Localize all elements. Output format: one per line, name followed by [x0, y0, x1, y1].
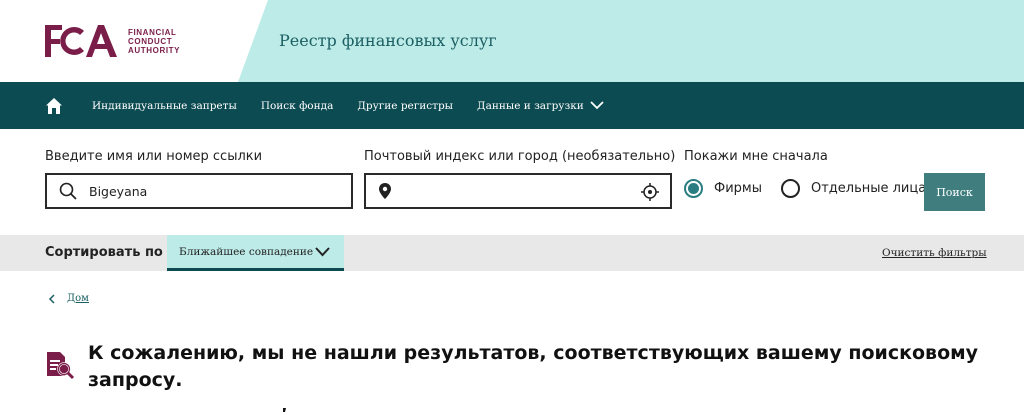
- site-header: FINANCIAL CONDUCT AUTHORITY Реестр финан…: [0, 0, 1024, 82]
- individuals-radio-label[interactable]: Отдельные лица: [811, 181, 926, 196]
- breadcrumb: Дом: [48, 293, 89, 304]
- cut-off-text-fragment: [280, 404, 290, 415]
- name-field-label: Введите имя или номер ссылки: [45, 149, 263, 164]
- clear-filters-link[interactable]: Очистить фильтры: [882, 247, 987, 259]
- logo-line-2: CONDUCT: [128, 36, 173, 46]
- location-field-label: Почтовый индекс или город (необязательно…: [364, 149, 676, 164]
- sort-bar: Сортировать по Ближайшее совпадение Очис…: [0, 235, 1024, 271]
- search-panel: Введите имя или номер ссылки Почтовый ин…: [0, 129, 1024, 235]
- nav-individual-bans[interactable]: Индивидуальные запреты: [92, 100, 237, 112]
- registry-title[interactable]: Реестр финансовых услуг: [279, 31, 497, 50]
- chevron-down-icon: [590, 101, 604, 110]
- logo-line-3: AUTHORITY: [128, 45, 181, 55]
- name-search-input[interactable]: Bigeyana: [45, 173, 353, 209]
- nav-data-downloads-label: Данные и загрузки: [477, 99, 584, 112]
- chevron-left-icon: [48, 293, 55, 304]
- document-search-icon: [45, 350, 75, 384]
- fca-logo[interactable]: FINANCIAL CONDUCT AUTHORITY: [44, 22, 180, 60]
- chevron-down-icon: [315, 247, 330, 257]
- firms-radio-label[interactable]: Фирмы: [714, 181, 762, 196]
- logo-line-1: FINANCIAL: [128, 27, 177, 37]
- logo-wordmark: FINANCIAL CONDUCT AUTHORITY: [128, 28, 180, 55]
- sort-selected-value: Ближайшее совпадение: [179, 245, 314, 258]
- nav-fund-search[interactable]: Поиск фонда: [261, 100, 334, 112]
- locate-me-icon[interactable]: [641, 183, 659, 205]
- fca-logo-mark: [44, 22, 120, 60]
- no-results-heading: К сожалению, мы не нашли результатов, со…: [88, 342, 979, 391]
- name-search-value: Bigeyana: [89, 183, 148, 199]
- search-button[interactable]: Поиск: [924, 173, 985, 211]
- location-input[interactable]: [364, 173, 672, 209]
- show-first-radio-group: Фирмы Отдельные лица: [684, 179, 926, 198]
- show-first-label: Покажи мне сначала: [684, 149, 828, 164]
- nav-data-downloads[interactable]: Данные и загрузки: [477, 100, 604, 112]
- sort-label: Сортировать по: [45, 245, 163, 260]
- main-nav: Индивидуальные запреты Поиск фонда Други…: [0, 82, 1024, 129]
- search-icon: [59, 182, 77, 200]
- individuals-radio[interactable]: [780, 179, 800, 198]
- nav-other-registers[interactable]: Другие регистры: [357, 100, 453, 112]
- home-icon[interactable]: [44, 96, 64, 116]
- sort-dropdown[interactable]: Ближайшее совпадение: [167, 235, 344, 271]
- firms-radio[interactable]: [684, 179, 703, 198]
- map-pin-icon: [378, 182, 392, 200]
- fca-letters-logo: [45, 25, 117, 57]
- breadcrumb-home-link[interactable]: Дом: [67, 293, 89, 304]
